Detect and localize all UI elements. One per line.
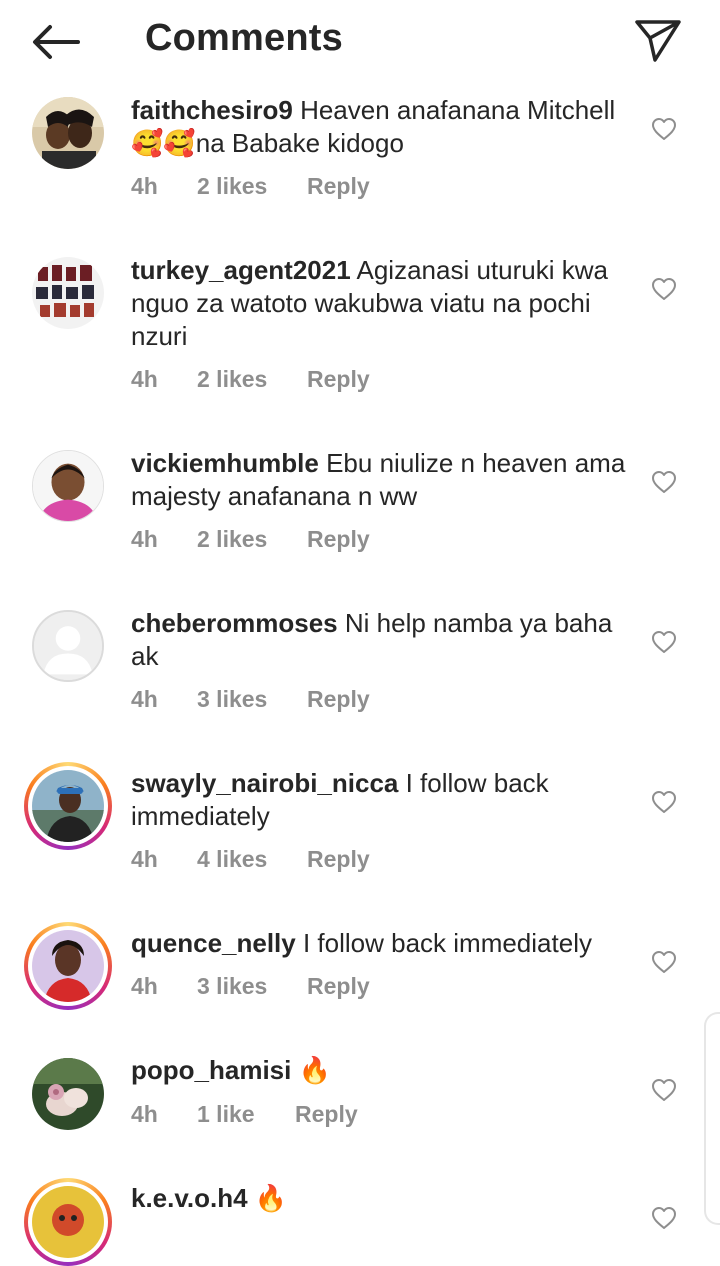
comment-time: 4h: [131, 686, 158, 712]
side-panel-handle[interactable]: [704, 1012, 720, 1225]
reply-button[interactable]: Reply: [307, 526, 370, 553]
back-arrow-icon[interactable]: [30, 20, 82, 64]
comment-time: 4h: [131, 366, 158, 392]
heart-icon[interactable]: [651, 117, 677, 141]
heart-icon[interactable]: [651, 790, 677, 814]
comment-username[interactable]: turkey_agent2021: [131, 255, 351, 285]
avatar[interactable]: [32, 97, 104, 169]
comment-likes[interactable]: 3 likes: [197, 973, 267, 1000]
avatar-story-ring[interactable]: [24, 762, 112, 850]
comment-likes[interactable]: 3 likes: [197, 686, 267, 713]
heart-icon[interactable]: [651, 1078, 677, 1102]
reply-button[interactable]: Reply: [295, 1101, 358, 1128]
comment-likes[interactable]: 2 likes: [197, 173, 267, 200]
reply-button[interactable]: Reply: [307, 973, 370, 1000]
avatar[interactable]: [32, 610, 104, 682]
comment-text: 🔥: [254, 1183, 288, 1213]
heart-icon[interactable]: [651, 630, 677, 654]
comment-username[interactable]: popo_hamisi: [131, 1055, 291, 1085]
heart-icon[interactable]: [651, 277, 677, 301]
comment-time: 4h: [131, 973, 158, 999]
avatar[interactable]: [32, 1058, 104, 1130]
header-bar: Comments: [0, 0, 720, 84]
reply-button[interactable]: Reply: [307, 846, 370, 873]
comment-username[interactable]: vickiemhumble: [131, 448, 319, 478]
heart-icon[interactable]: [651, 950, 677, 974]
comment-likes[interactable]: 2 likes: [197, 366, 267, 393]
reply-button[interactable]: Reply: [307, 686, 370, 713]
comment-username[interactable]: quence_nelly: [131, 928, 296, 958]
page-title: Comments: [145, 17, 343, 59]
avatar[interactable]: [32, 450, 104, 522]
comment-text: I follow back immediately: [302, 928, 592, 958]
comment-likes[interactable]: 1 like: [197, 1101, 255, 1128]
comment-time: 4h: [131, 846, 158, 872]
comment-likes[interactable]: 4 likes: [197, 846, 267, 873]
reply-button[interactable]: Reply: [307, 366, 370, 393]
comment-time: 4h: [131, 526, 158, 552]
avatar-story-ring[interactable]: [24, 922, 112, 1010]
heart-icon[interactable]: [651, 470, 677, 494]
avatar-story-ring[interactable]: [24, 1178, 112, 1266]
comment-text: 🔥: [298, 1055, 331, 1085]
heart-icon[interactable]: [651, 1206, 677, 1230]
comment-username[interactable]: k.e.v.o.h4: [131, 1183, 248, 1213]
reply-button[interactable]: Reply: [307, 173, 370, 200]
comment-username[interactable]: cheberommoses: [131, 608, 338, 638]
avatar[interactable]: [32, 257, 104, 329]
comment-time: 4h: [131, 173, 158, 199]
comment-username[interactable]: swayly_nairobi_nicca: [131, 768, 398, 798]
send-direct-icon[interactable]: [634, 16, 682, 64]
comment-username[interactable]: faithchesiro9: [131, 95, 293, 125]
comment-likes[interactable]: 2 likes: [197, 526, 267, 553]
comment-time: 4h: [131, 1101, 158, 1127]
